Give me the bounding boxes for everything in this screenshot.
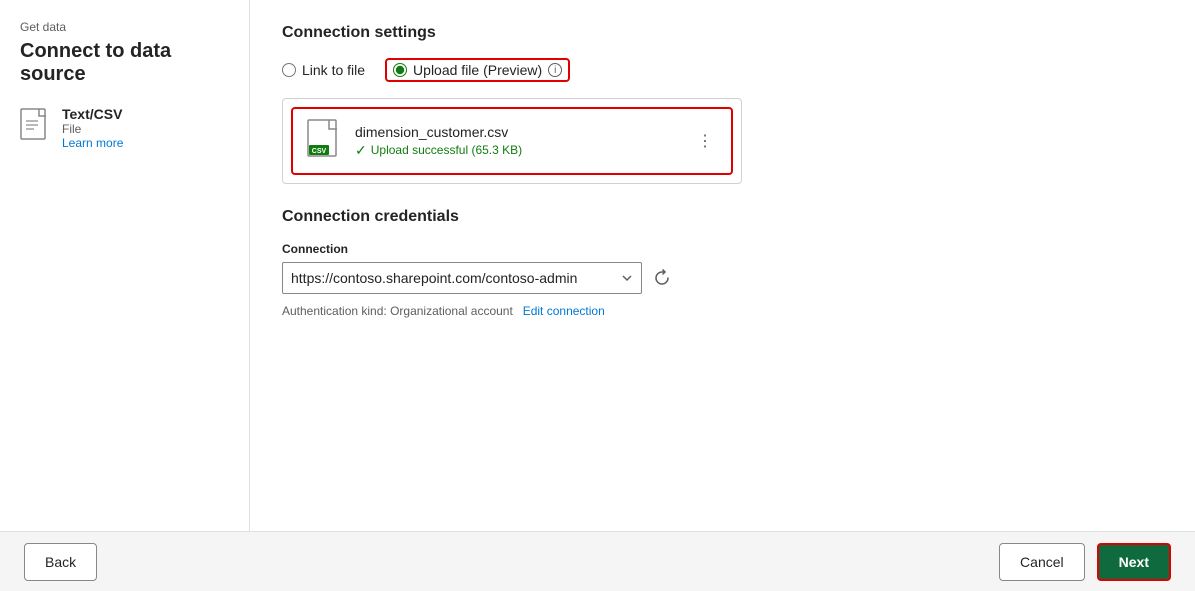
upload-file-radio[interactable] [393, 63, 407, 77]
link-to-file-label[interactable]: Link to file [302, 62, 365, 78]
upload-file-label[interactable]: Upload file (Preview) [413, 62, 542, 78]
learn-more-link[interactable]: Learn more [62, 136, 123, 150]
footer-right: Cancel Next [999, 543, 1171, 581]
file-upload-area: CSV dimension_customer.csv ✓ Upload succ… [282, 98, 742, 184]
svg-text:CSV: CSV [312, 148, 327, 155]
auth-text: Authentication kind: Organizational acco… [282, 304, 513, 318]
sidebar: Get data Connect to data source Text/CSV… [0, 0, 250, 531]
breadcrumb: Get data [20, 20, 229, 34]
sidebar-item-type: File [62, 122, 123, 136]
file-card: CSV dimension_customer.csv ✓ Upload succ… [291, 107, 733, 175]
upload-success-icon: ✓ [355, 142, 367, 159]
back-button[interactable]: Back [24, 543, 97, 581]
connection-row: https://contoso.sharepoint.com/contoso-a… [282, 262, 1163, 294]
upload-info-icon[interactable]: i [548, 63, 562, 77]
cancel-button[interactable]: Cancel [999, 543, 1085, 581]
credentials-title: Connection credentials [282, 208, 1163, 226]
file-menu-button[interactable]: ⋮ [689, 127, 721, 155]
credentials-section: Connection credentials Connection https:… [282, 208, 1163, 318]
file-csv-icon: CSV [307, 119, 343, 163]
right-content: Connection settings Link to file Upload … [250, 0, 1195, 531]
edit-connection-link[interactable]: Edit connection [523, 304, 605, 318]
connection-settings-title: Connection settings [282, 24, 1163, 42]
footer: Back Cancel Next [0, 531, 1195, 591]
connection-field-label: Connection [282, 242, 1163, 256]
radio-group: Link to file Upload file (Preview) i [282, 58, 1163, 82]
sidebar-item-textcsv: Text/CSV File Learn more [20, 106, 229, 150]
file-status: ✓ Upload successful (65.3 KB) [355, 142, 717, 159]
link-to-file-radio[interactable] [282, 63, 296, 77]
radio-upload-file[interactable]: Upload file (Preview) [393, 62, 542, 78]
file-info: dimension_customer.csv ✓ Upload successf… [355, 124, 717, 159]
refresh-button[interactable] [650, 266, 674, 290]
sidebar-item-name: Text/CSV [62, 106, 123, 122]
radio-link-to-file[interactable]: Link to file [282, 62, 365, 78]
auth-row: Authentication kind: Organizational acco… [282, 302, 1163, 318]
next-button[interactable]: Next [1097, 543, 1171, 581]
file-name: dimension_customer.csv [355, 124, 717, 140]
textcsv-icon [20, 108, 52, 140]
connection-select[interactable]: https://contoso.sharepoint.com/contoso-a… [282, 262, 642, 294]
file-status-text: Upload successful (65.3 KB) [371, 143, 522, 157]
sidebar-item-text: Text/CSV File Learn more [62, 106, 123, 150]
footer-left: Back [24, 543, 97, 581]
upload-option-container: Upload file (Preview) i [385, 58, 570, 82]
page-title: Connect to data source [20, 40, 229, 86]
